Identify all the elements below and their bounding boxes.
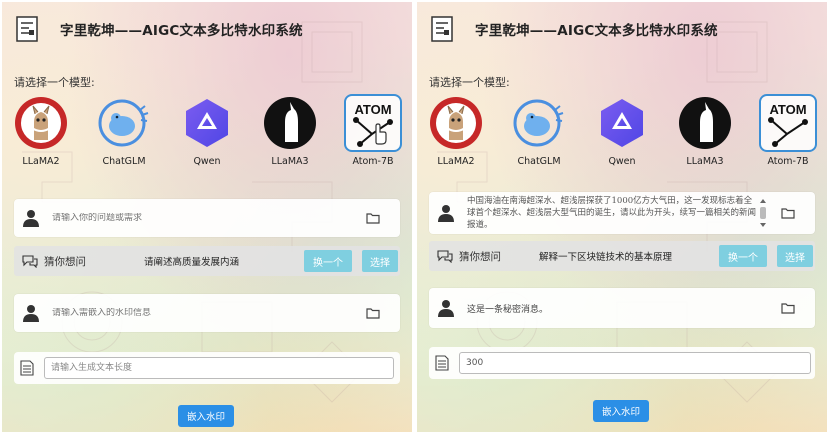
folder-icon[interactable] [366, 212, 380, 224]
model-option-llama2[interactable]: LLaMA2 [425, 94, 487, 167]
model-label-chatglm: ChatGLM [102, 156, 146, 167]
folder-icon[interactable] [366, 307, 380, 319]
length-card [14, 352, 400, 384]
model-label-llama2: LLaMA2 [22, 156, 60, 167]
model-option-llama3[interactable]: LLaMA3 [259, 94, 321, 167]
question-input-card: 中国海油在南海超深水、超浅层探获了1000亿方大气田，这一发现标志着全球首个超深… [429, 192, 815, 234]
model-label-llama3: LLaMA3 [686, 156, 724, 167]
model-option-atom[interactable]: ATOM Atom-7B [342, 94, 404, 167]
model-label-llama2: LLaMA2 [437, 156, 475, 167]
guess-label: 猜你想问 [44, 255, 86, 268]
select-suggestion-button[interactable]: 选择 [362, 250, 398, 272]
model-option-qwen[interactable]: Qwen [591, 94, 653, 167]
model-option-llama2[interactable]: LLaMA2 [10, 94, 72, 167]
model-label-atom: Atom-7B [352, 156, 394, 167]
question-input[interactable] [52, 213, 366, 223]
right-panel: 字里乾坤——AIGC文本多比特水印系统 请选择一个模型: LLaMA2 Chat… [417, 2, 827, 432]
qwen-icon [593, 94, 651, 152]
scroll-thumb[interactable] [760, 207, 766, 219]
model-label-llama3: LLaMA3 [271, 156, 309, 167]
select-suggestion-button[interactable]: 选择 [777, 245, 813, 267]
atom-logo-text: ATOM [354, 102, 391, 117]
watermark-input[interactable] [467, 303, 781, 313]
atom-icon: ATOM [759, 94, 817, 152]
header: 字里乾坤——AIGC文本多比特水印系统 [16, 16, 303, 42]
left-panel: 字里乾坤——AIGC文本多比特水印系统 请选择一个模型: LLaMA2 Chat… [2, 2, 412, 432]
chat-bubble-icon [437, 250, 453, 263]
user-icon [23, 305, 39, 322]
embed-watermark-button[interactable]: 嵌入水印 [178, 405, 234, 427]
folder-icon[interactable] [781, 302, 795, 314]
chatglm-icon [95, 94, 153, 152]
model-label-atom: Atom-7B [767, 156, 809, 167]
folder-icon[interactable] [781, 207, 795, 219]
model-label-qwen: Qwen [608, 156, 636, 167]
guess-suggestion: 解释一下区块链技术的基本原理 [539, 252, 673, 263]
question-scrollbar[interactable] [759, 199, 767, 227]
model-label-chatglm: ChatGLM [517, 156, 561, 167]
user-icon [23, 210, 39, 227]
refresh-suggestion-button[interactable]: 换一个 [719, 245, 767, 267]
app-title: 字里乾坤——AIGC文本多比特水印系统 [60, 23, 303, 39]
header: 字里乾坤——AIGC文本多比特水印系统 [431, 16, 718, 42]
guess-bar: 猜你想问 解释一下区块链技术的基本原理 换一个 选择 [429, 241, 815, 271]
llama2-icon [427, 94, 485, 152]
llama3-icon [261, 94, 319, 152]
chat-bubble-icon [22, 255, 38, 268]
model-selector: LLaMA2 ChatGLM Qwen LLaMA3 ATOM Atom-7B [10, 94, 404, 167]
document-icon [435, 355, 449, 371]
app-logo-icon [431, 16, 453, 42]
user-icon [438, 205, 454, 222]
guess-suggestion: 请阐述高质量发展内涵 [144, 257, 240, 268]
scroll-down-arrow-icon[interactable] [760, 223, 766, 227]
model-option-llama3[interactable]: LLaMA3 [674, 94, 736, 167]
app-title: 字里乾坤——AIGC文本多比特水印系统 [475, 23, 718, 39]
guess-label: 猜你想问 [459, 250, 501, 263]
model-prompt-label: 请选择一个模型: [429, 76, 510, 89]
model-label-qwen: Qwen [193, 156, 221, 167]
refresh-suggestion-button[interactable]: 换一个 [304, 250, 352, 272]
chatglm-icon [510, 94, 568, 152]
scroll-up-arrow-icon[interactable] [760, 199, 766, 203]
embed-watermark-button[interactable]: 嵌入水印 [593, 400, 649, 422]
model-prompt-label: 请选择一个模型: [14, 76, 95, 89]
question-textarea[interactable]: 中国海油在南海超深水、超浅层探获了1000亿方大气田，这一发现标志着全球首个超深… [467, 195, 759, 231]
app-logo-icon [16, 16, 38, 42]
watermark-input-card [14, 294, 400, 332]
model-option-atom[interactable]: ATOM Atom-7B [757, 94, 819, 167]
model-option-chatglm[interactable]: ChatGLM [508, 94, 570, 167]
model-option-qwen[interactable]: Qwen [176, 94, 238, 167]
user-icon [438, 300, 454, 317]
model-selector: LLaMA2 ChatGLM Qwen LLaMA3 ATOM Atom-7B [425, 94, 819, 167]
document-icon [20, 360, 34, 376]
atom-icon: ATOM [344, 94, 402, 152]
watermark-input[interactable] [52, 308, 366, 318]
text-length-input[interactable] [459, 352, 811, 374]
atom-logo-text: ATOM [769, 102, 806, 117]
model-option-chatglm[interactable]: ChatGLM [93, 94, 155, 167]
question-input-card [14, 199, 400, 237]
length-card [429, 347, 815, 379]
text-length-input[interactable] [44, 357, 394, 379]
llama2-icon [12, 94, 70, 152]
guess-bar: 猜你想问 请阐述高质量发展内涵 换一个 选择 [14, 246, 400, 276]
llama3-icon [676, 94, 734, 152]
watermark-input-card [429, 288, 815, 328]
qwen-icon [178, 94, 236, 152]
